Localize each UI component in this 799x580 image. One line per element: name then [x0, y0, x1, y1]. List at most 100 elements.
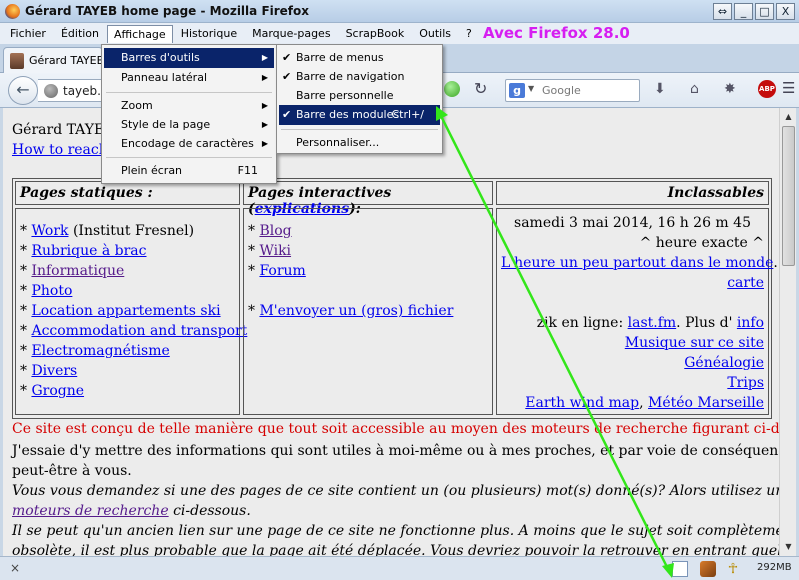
minimize-button[interactable]: _	[734, 3, 753, 20]
maximize-button[interactable]: □	[755, 3, 774, 20]
list-item: * Informatique	[20, 263, 125, 279]
firebug-icon[interactable]	[700, 561, 716, 577]
home-icon[interactable]: ⌂	[690, 81, 699, 97]
menu-item-label: Panneau latéral	[121, 71, 207, 84]
trips-link[interactable]: Trips	[727, 375, 764, 391]
col2-header-cell: Pages interactives (explications):	[243, 181, 493, 217]
work-suffix: (Institut Fresnel)	[68, 223, 195, 239]
scroll-up-icon[interactable]: ▲	[781, 109, 796, 125]
back-button[interactable]: ←	[8, 76, 38, 105]
scroll-down-icon[interactable]: ▼	[781, 539, 796, 555]
tab-home-page[interactable]: Gérard TAYEB home page	[3, 47, 103, 73]
submenu-arrow-icon: ▶	[261, 139, 268, 148]
col1-cell: * Work (Institut Fresnel) * Rubrique à b…	[15, 208, 247, 415]
location-ski-link[interactable]: Location appartements ski	[31, 303, 220, 319]
menu-separator	[281, 129, 438, 130]
go-icon[interactable]	[444, 81, 460, 97]
ankh-icon[interactable]: ☥	[725, 561, 741, 577]
menu-item-barre-personnelle[interactable]: Barre personnelle	[279, 86, 440, 106]
main-links-table: Pages statiques : Pages interactives (ex…	[12, 178, 778, 419]
menu-outils[interactable]: Outils	[412, 25, 458, 42]
forum-link[interactable]: Forum	[259, 263, 305, 279]
menu-edition[interactable]: Édition	[54, 25, 106, 42]
menu-item-zoom[interactable]: Zoom ▶	[104, 96, 274, 116]
red-notice: Ce site est conçu de telle manière que t…	[12, 421, 779, 437]
accommodation-link[interactable]: Accommodation and transport	[31, 323, 247, 339]
menu-item-personnaliser[interactable]: Personnaliser...	[279, 133, 440, 153]
paragraph-2b: moteurs de recherche ci-dessous.	[12, 501, 251, 521]
menu-historique[interactable]: Historique	[174, 25, 244, 42]
meteo-marseille-link[interactable]: Météo Marseille	[648, 395, 764, 411]
addon-cluster-icon[interactable]: ✸	[724, 81, 736, 97]
earth-wind-map-link[interactable]: Earth wind map	[525, 395, 639, 411]
col2-cell: * Blog * Wiki * Forum * M'envoyer un (gr…	[243, 208, 493, 415]
menu-item-label: Style de la page	[121, 118, 211, 131]
toolbar-menu-icon[interactable]: ☰	[782, 79, 795, 97]
blog-link[interactable]: Blog	[259, 223, 291, 239]
firefox-icon	[5, 4, 20, 19]
close-addon-bar-icon[interactable]: ×	[10, 561, 20, 575]
submenu-arrow-icon: ▶	[261, 101, 268, 110]
menu-help[interactable]: ?	[459, 25, 479, 42]
menu-item-barre-navigation[interactable]: ✔ Barre de navigation	[279, 67, 440, 87]
genealogie-link[interactable]: Généalogie	[684, 355, 764, 371]
menu-item-style-page[interactable]: Style de la page ▶	[104, 115, 274, 135]
how-to-reach-link[interactable]: How to reach	[12, 140, 114, 160]
download-icon[interactable]: ⬇	[654, 81, 666, 97]
info-link[interactable]: info	[737, 315, 764, 331]
lastfm-link[interactable]: last.fm	[628, 315, 677, 331]
menu-bar: Fichier Édition Affichage Historique Mar…	[0, 23, 799, 44]
title-bar: Gérard TAYEB home page - Mozilla Firefox…	[0, 0, 799, 23]
close-button[interactable]: X	[776, 3, 795, 20]
vertical-scrollbar[interactable]: ▲ ▼	[779, 108, 796, 556]
menu-fichier[interactable]: Fichier	[3, 25, 53, 42]
reload-icon[interactable]: ↻	[474, 79, 487, 98]
scrapbook-icon[interactable]	[672, 561, 688, 577]
menu-item-encodage[interactable]: Encodage de caractères ▶	[104, 134, 274, 154]
musique-link[interactable]: Musique sur ce site	[625, 335, 764, 351]
wiki-link[interactable]: Wiki	[259, 243, 291, 259]
url-text: tayeb.f	[63, 84, 106, 98]
world-time-link[interactable]: L'heure un peu partout dans le monde	[501, 255, 773, 271]
list-item: * M'envoyer un (gros) fichier	[248, 303, 454, 319]
work-link[interactable]: Work	[31, 223, 68, 239]
menu-scrapbook[interactable]: ScrapBook	[339, 25, 412, 42]
submenu-arrow-icon: ▶	[261, 73, 268, 82]
photo-link[interactable]: Photo	[31, 283, 72, 299]
divers-link[interactable]: Divers	[31, 363, 77, 379]
menu-item-panneau-lateral[interactable]: Panneau latéral ▶	[104, 68, 274, 88]
paragraph-1b: peut-être à vous.	[12, 463, 132, 479]
toolbars-submenu: ✔ Barre de menus ✔ Barre de navigation B…	[276, 44, 443, 154]
separator: ,	[639, 395, 649, 411]
search-bar[interactable]: g ▼ Google	[505, 79, 640, 102]
restore-button[interactable]: ⇔	[713, 3, 732, 20]
menu-affichage[interactable]: Affichage	[107, 24, 173, 43]
send-file-link[interactable]: M'envoyer un (gros) fichier	[259, 303, 453, 319]
menu-item-barres-outils[interactable]: Barres d'outils ▶	[104, 48, 274, 68]
menu-item-plein-ecran[interactable]: Plein écran F11	[104, 161, 274, 181]
grogne-link[interactable]: Grogne	[31, 383, 84, 399]
search-engine-dropdown-icon[interactable]: ▼	[528, 84, 534, 93]
list-item: Trips	[501, 373, 764, 393]
adblock-plus-icon[interactable]: ABP	[758, 80, 776, 98]
globe-icon	[44, 84, 58, 98]
menu-item-barre-menus[interactable]: ✔ Barre de menus	[279, 48, 440, 68]
search-engines-link[interactable]: moteurs de recherche	[12, 503, 169, 519]
map-link-row: carte	[501, 273, 764, 293]
rubrique-a-brac-link[interactable]: Rubrique à brac	[31, 243, 146, 259]
menu-marque-pages[interactable]: Marque-pages	[245, 25, 337, 42]
current-date: samedi 3 mai 2014, 16 h 26 m 45	[514, 215, 751, 231]
list-item: * Grogne	[20, 383, 85, 399]
menu-item-barre-modules[interactable]: ✔ Barre des modules Ctrl+/	[279, 105, 440, 125]
menu-shortcut: Ctrl+/	[391, 108, 425, 121]
informatique-link[interactable]: Informatique	[31, 263, 124, 279]
favicon-icon	[10, 53, 24, 69]
search-placeholder: Google	[542, 84, 581, 97]
list-item: Généalogie	[501, 353, 764, 373]
electromagnetisme-link[interactable]: Electromagnétisme	[31, 343, 169, 359]
scroll-thumb[interactable]	[782, 126, 795, 266]
check-icon: ✔	[282, 108, 292, 121]
menu-item-label: Encodage de caractères	[121, 137, 254, 150]
map-link-b[interactable]: carte	[727, 275, 764, 291]
menu-separator	[106, 92, 272, 93]
